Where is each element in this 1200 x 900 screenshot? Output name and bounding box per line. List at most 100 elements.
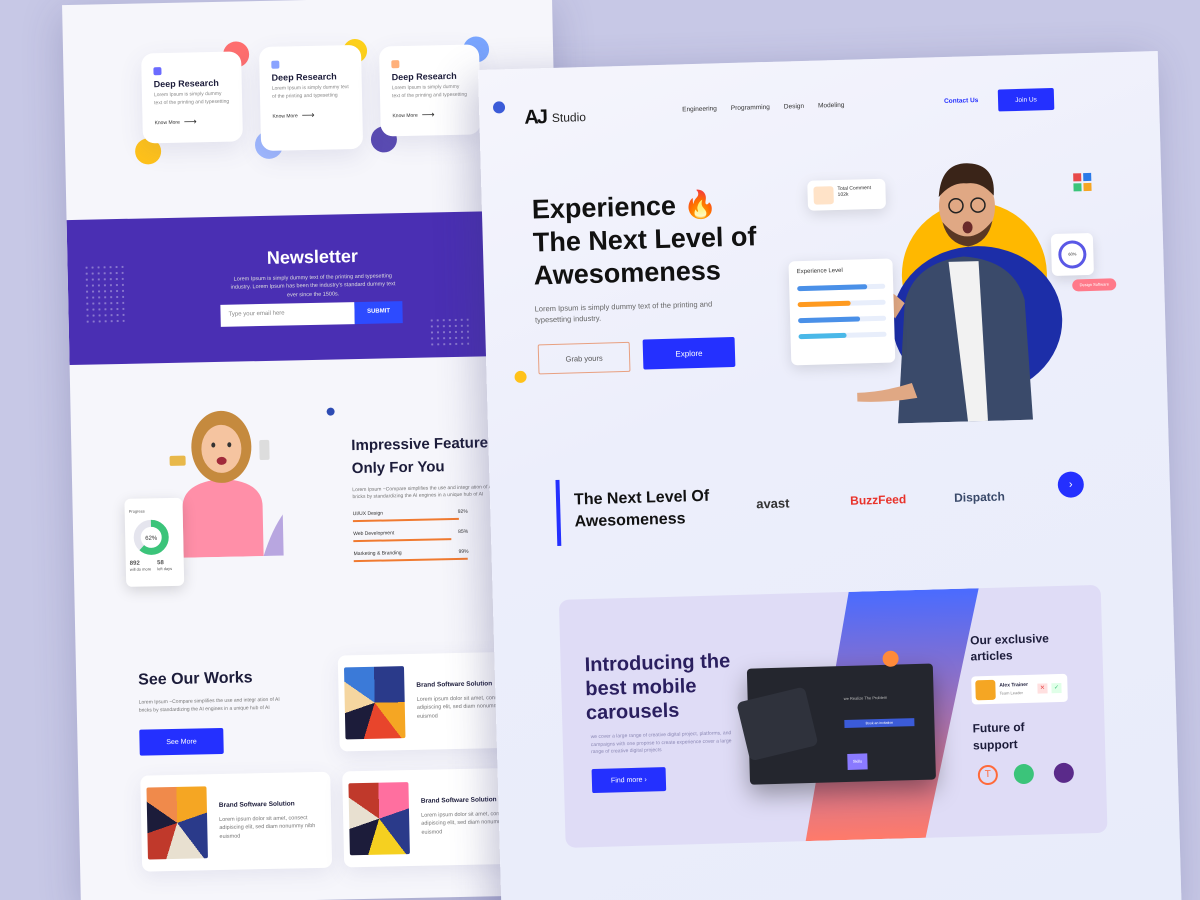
right-landing-page: AJ Studio Engineering Programming Design… [478, 51, 1182, 900]
works-title: See Our Works [138, 669, 253, 689]
total-comment-card: Total Comment 102k [807, 178, 887, 211]
progress-ring: 60% [1057, 240, 1087, 269]
features-text: Lorem Ipsum ~Compare simplifies the use … [352, 483, 494, 501]
contact-us-link[interactable]: Contact Us [944, 97, 978, 105]
skill-bar: UI/UX Design 92% [352, 508, 468, 522]
device-card-stack [736, 686, 819, 762]
newsletter-text: Lorem Ipsum is simply dummy text of the … [230, 273, 396, 298]
nav-link-programming[interactable]: Programming [731, 104, 770, 112]
articles-title: Our exclusive articles [969, 631, 1050, 664]
features-section: Impressive Feature Only For You Lorem Ips… [351, 431, 504, 562]
text-tool-icon: T [977, 764, 999, 786]
work-card[interactable]: Brand Software Solution Lorem ipsum dolo… [140, 771, 333, 872]
progress-ring-card: 60% [1050, 232, 1094, 277]
newsletter-form: Type your email here SUBMIT [220, 301, 403, 327]
feature-card-desc: Lorem Ipsum is simply dummy text of the … [391, 83, 468, 99]
dispatch-logo: Dispatch [953, 489, 1005, 505]
arrow-right-icon: ⟶ [301, 109, 315, 121]
feature-card-title: Deep Research [391, 70, 457, 83]
feature-card[interactable]: Deep Research Lorem Ipsum is simply dumm… [141, 51, 243, 144]
experience-bar-fill [797, 284, 868, 292]
email-input[interactable]: Type your email here [220, 302, 355, 327]
nav-link-modeling[interactable]: Modeling [818, 102, 845, 110]
experience-bar [797, 299, 886, 308]
brands-strip: The Next Level Of Awesomeness avast BuzzF… [555, 465, 1097, 546]
logo-mark: AJ [524, 106, 547, 129]
studio-logo[interactable]: AJ Studio [524, 105, 586, 130]
feature-card-title: Deep Research [271, 71, 337, 83]
device-text: we Realize The Problem [843, 694, 888, 702]
logo-name: Studio [551, 109, 587, 125]
experience-bar-fill [797, 300, 851, 308]
nav-link-design[interactable]: Design [784, 103, 804, 111]
dot-pattern [83, 263, 125, 325]
experience-bar [797, 283, 886, 292]
accent-bar [555, 479, 562, 546]
feature-icon [153, 67, 162, 76]
hero-section: Experience 🔥 The Next Level of Awesomeness… [478, 51, 1158, 375]
submit-button[interactable]: SUBMIT [354, 301, 403, 325]
nav-links: Engineering Programming Design Modeling [682, 102, 844, 114]
feature-card[interactable]: Deep Research Lorem Ipsum is simply dumm… [258, 44, 364, 151]
feature-card-desc: Lorem Ipsum is simply dummy text of the … [271, 84, 349, 100]
experience-bar-fill [798, 332, 848, 340]
feature-card[interactable]: Deep Research Lorem Ipsum is simply dumm… [378, 44, 481, 137]
arrow-right-icon: ⟶ [421, 109, 435, 120]
experience-title: Experience Level [796, 267, 843, 276]
decor-circle [326, 407, 335, 416]
artwork-image [348, 782, 410, 856]
decor-circle [514, 370, 527, 384]
artwork-image [343, 666, 406, 740]
stat-item: 892 will do more [129, 560, 152, 572]
arrow-right-icon: ⟶ [183, 116, 197, 127]
skill-bar-fill [353, 537, 452, 542]
skill-bar-fill [352, 517, 459, 522]
features-title: Impressive Feature Only For You [351, 434, 489, 478]
progress-stat-card: Progress 62% 892 will do more 58 left days [124, 497, 185, 587]
skill-bar: Web Development 85% [353, 528, 468, 542]
find-more-button[interactable]: Find more › [591, 767, 667, 794]
reject-icon[interactable]: ✕ [1037, 683, 1048, 694]
grab-yours-button[interactable]: Grab yours [537, 341, 631, 375]
accept-icon[interactable]: ✓ [1051, 683, 1062, 694]
work-card-title: Brand Software Solution [420, 796, 497, 805]
svg-text:62%: 62% [145, 536, 158, 542]
see-more-button[interactable]: See More [139, 727, 224, 756]
person-name: Alex Trainer [999, 682, 1029, 690]
nav-link-engineering[interactable]: Engineering [682, 105, 717, 113]
works-text: Lorem Ipsum ~Compare simplifies the use … [138, 696, 280, 714]
experience-bar-fill [798, 316, 860, 324]
chevron-right-icon: › [644, 776, 647, 784]
avast-logo: avast [756, 495, 790, 512]
stat-card-label: Progress [128, 508, 145, 514]
feature-card-title: Deep Research [153, 77, 219, 90]
join-us-button[interactable]: Join Us [997, 87, 1055, 112]
device-mockup: we Realize The Problem Book an invitatio… [736, 663, 936, 785]
chevron-right-icon: › [1068, 478, 1073, 491]
person-role: Team Leader [999, 690, 1024, 697]
avatar [975, 680, 996, 701]
feature-icon [271, 60, 280, 69]
know-more-link[interactable]: Know More ⟶ [154, 116, 230, 129]
support-title: Future of support [972, 720, 1025, 753]
side-panel: Our exclusive articles Alex Trainer Team … [970, 629, 1094, 791]
work-card-text: Lorem ipsum dolor sit amet, consect adip… [219, 815, 316, 840]
device-tag: Skills [847, 753, 868, 770]
comment-icon [813, 186, 834, 205]
work-card-title: Brand Software Solution [416, 680, 493, 689]
know-more-link[interactable]: Know More ⟶ [392, 109, 468, 122]
feature-icon [391, 60, 400, 69]
person-card[interactable]: Alex Trainer Team Leader ✕ ✓ [971, 674, 1068, 705]
experience-bar [798, 331, 887, 340]
explore-button[interactable]: Explore [642, 336, 736, 370]
experience-bar [798, 315, 887, 324]
carousel-promo-section: Introducing the best mobile carousels we c… [558, 584, 1108, 848]
puzzle-icon [1073, 172, 1092, 192]
know-more-link[interactable]: Know More ⟶ [272, 109, 350, 122]
hero-subtitle: Lorem Ipsum is simply dummy text of the … [534, 299, 713, 325]
artwork-image [146, 786, 208, 860]
experience-level-card: Experience Level [788, 258, 896, 366]
promo-text: we cover a large range of creative digit… [590, 730, 732, 756]
decor-circle [492, 101, 506, 114]
brands-title: The Next Level Of Awesomeness [573, 487, 710, 531]
